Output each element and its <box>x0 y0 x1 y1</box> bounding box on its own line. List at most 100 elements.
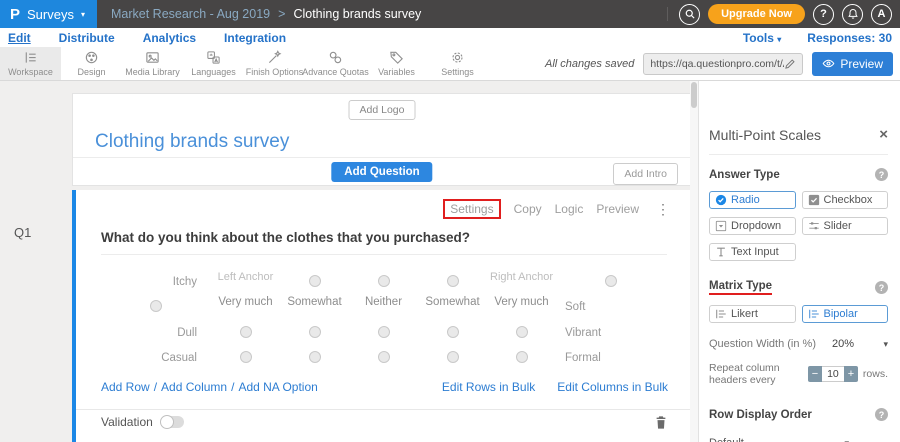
row-left-label[interactable]: Casual <box>101 347 211 372</box>
question-text[interactable]: What do you think about the clothes that… <box>101 230 667 245</box>
toolbar-item-media-library[interactable]: Media Library <box>122 47 183 80</box>
radio-button[interactable] <box>378 275 390 287</box>
edit-columns-in-bulk-link[interactable]: Edit Columns in Bulk <box>557 380 668 394</box>
validation-label: Validation <box>101 415 153 429</box>
toolbar-item-finish-options[interactable]: Finish Options <box>244 47 305 80</box>
question-copy-link[interactable]: Copy <box>514 202 542 216</box>
search-button[interactable] <box>679 4 700 25</box>
repeat-headers-value[interactable]: 10 <box>822 366 844 382</box>
validation-toggle[interactable] <box>161 416 184 428</box>
help-icon[interactable]: ? <box>875 168 888 181</box>
radio-button[interactable] <box>309 351 321 363</box>
toolbar-item-settings[interactable]: Settings <box>427 47 488 80</box>
upgrade-now-button[interactable]: Upgrade Now <box>708 4 805 24</box>
toolbar-item-variables[interactable]: Variables <box>366 47 427 80</box>
product-switcher[interactable]: P Surveys ▾ <box>0 0 97 28</box>
repeat-headers-stepper: − 10 + <box>808 366 858 382</box>
close-icon[interactable]: × <box>879 129 888 141</box>
answer-type-radio[interactable]: Radio <box>709 191 796 209</box>
add-na-option-link[interactable]: Add NA Option <box>238 380 317 394</box>
pencil-icon[interactable] <box>784 58 796 70</box>
toolbar-item-design[interactable]: Design <box>61 47 122 80</box>
row-right-label[interactable]: Soft <box>556 296 666 321</box>
add-column-link[interactable]: Add Column <box>161 380 227 394</box>
radio-button[interactable] <box>516 351 528 363</box>
help-icon[interactable]: ? <box>875 281 888 294</box>
answer-type-text-input[interactable]: Text Input <box>709 243 796 261</box>
add-intro-button[interactable]: Add Intro <box>613 163 678 185</box>
nav-distribute[interactable]: Distribute <box>59 31 115 45</box>
add-row-link[interactable]: Add Row <box>101 380 150 394</box>
row-display-order-value: Default <box>709 437 744 442</box>
question-logic-link[interactable]: Logic <box>555 202 584 216</box>
avatar-button[interactable]: A <box>871 4 892 25</box>
toolbar-item-languages[interactable]: Languages <box>183 47 244 80</box>
question-block: Settings Copy Logic Preview ⋮ What do yo… <box>72 190 692 442</box>
radio-button[interactable] <box>240 351 252 363</box>
add-logo-button[interactable]: Add Logo <box>349 100 416 120</box>
radio-button[interactable] <box>447 351 459 363</box>
more-options-icon[interactable]: ⋮ <box>656 201 670 218</box>
product-label: Surveys <box>27 7 74 22</box>
row-left-label[interactable]: Dull <box>101 322 211 347</box>
rows-suffix-label: rows. <box>863 368 888 380</box>
radio-button[interactable] <box>378 326 390 338</box>
question-width-label: Question Width (in %) <box>709 338 816 350</box>
responses-count-link[interactable]: Responses: 30 <box>807 31 892 45</box>
column-header: Neither <box>349 296 418 322</box>
edit-rows-in-bulk-link[interactable]: Edit Rows in Bulk <box>442 380 535 394</box>
chain-links-icon <box>328 50 343 65</box>
radio-button[interactable] <box>447 275 459 287</box>
question-width-value[interactable]: 20% <box>832 338 854 350</box>
answer-type-dropdown[interactable]: Dropdown <box>709 217 796 235</box>
repeat-headers-label: Repeat column headers every <box>709 362 802 386</box>
column-header: Somewhat <box>280 296 349 322</box>
navbar-right: Tools ▾ Responses: 30 <box>743 31 892 45</box>
row-right-label[interactable]: Vibrant <box>556 322 666 347</box>
notifications-button[interactable] <box>842 4 863 25</box>
matrix-type-likert[interactable]: Likert <box>709 305 796 323</box>
question-preview-link[interactable]: Preview <box>596 202 639 216</box>
main-scrollbar[interactable] <box>690 81 698 442</box>
preview-button[interactable]: Preview <box>812 52 893 76</box>
row-display-order-select[interactable]: Default ▾ <box>709 437 849 442</box>
radio-button[interactable] <box>309 326 321 338</box>
answer-type-slider[interactable]: Slider <box>802 217 889 235</box>
help-button[interactable]: ? <box>813 4 834 25</box>
radio-button[interactable] <box>240 326 252 338</box>
delete-question-button[interactable] <box>654 415 668 430</box>
radio-button[interactable] <box>309 275 321 287</box>
nav-integration[interactable]: Integration <box>224 31 286 45</box>
add-question-button[interactable]: Add Question <box>331 162 432 182</box>
toolbar-item-workspace[interactable]: Workspace <box>0 47 61 80</box>
decrement-button[interactable]: − <box>808 366 822 382</box>
radio-button[interactable] <box>516 326 528 338</box>
nav-analytics[interactable]: Analytics <box>143 31 196 45</box>
matrix-type-bipolar[interactable]: Bipolar <box>802 305 889 323</box>
matrix-cell <box>280 322 349 347</box>
toolbar-item-advance-quotas[interactable]: Advance Quotas <box>305 47 366 80</box>
toolbar-label: Design <box>77 67 105 77</box>
radio-button[interactable] <box>150 300 162 312</box>
increment-button[interactable]: + <box>844 366 858 382</box>
radio-button[interactable] <box>605 275 617 287</box>
breadcrumb-parent-link[interactable]: Market Research - Aug 2019 <box>111 7 270 21</box>
scrollbar-thumb[interactable] <box>691 82 697 108</box>
survey-url-field[interactable]: https://qa.questionpro.com/t/APNrFZfQ <box>643 53 803 75</box>
row-left-label[interactable]: Itchy <box>101 271 211 296</box>
row-right-label[interactable]: Formal <box>556 347 666 372</box>
tools-menu[interactable]: Tools ▾ <box>743 31 781 45</box>
matrix-cell <box>556 271 666 296</box>
radio-button[interactable] <box>447 326 459 338</box>
survey-title[interactable]: Clothing brands survey <box>95 131 289 153</box>
chevron-down-icon[interactable]: ▾ <box>883 339 888 350</box>
slider-icon <box>808 220 820 232</box>
help-icon[interactable]: ? <box>875 408 888 421</box>
answer-type-checkbox[interactable]: Checkbox <box>802 191 889 209</box>
likert-icon <box>715 308 727 320</box>
radio-button[interactable] <box>378 351 390 363</box>
nav-edit[interactable]: Edit <box>8 31 31 45</box>
option-label: Slider <box>824 220 852 232</box>
question-settings-link[interactable]: Settings <box>450 202 493 216</box>
option-label: Text Input <box>731 246 779 258</box>
